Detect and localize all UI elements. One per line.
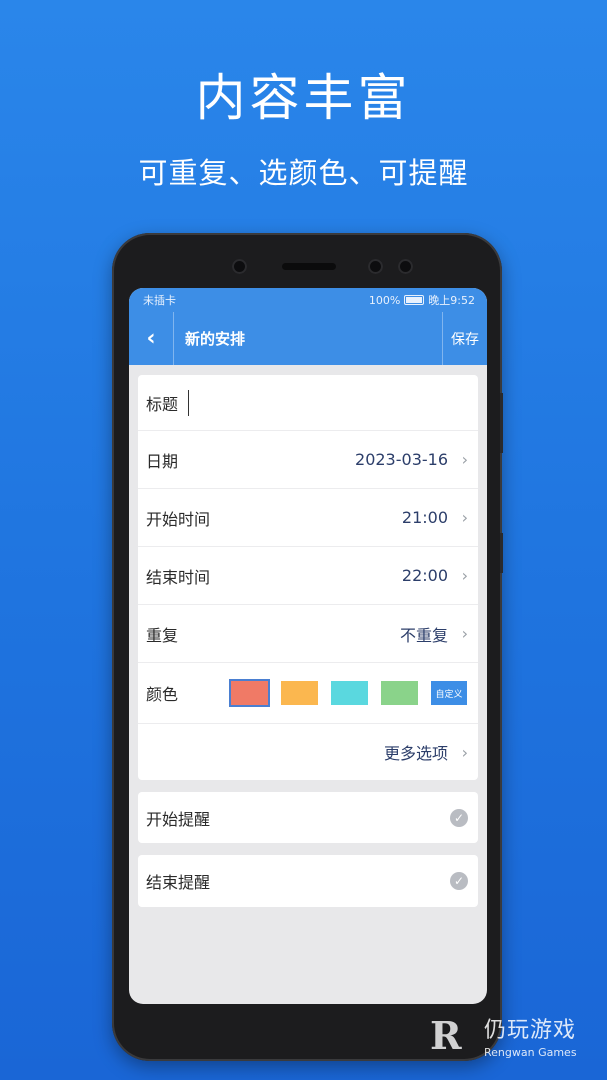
chevron-right-icon: › <box>461 450 468 469</box>
color-swatch-red[interactable] <box>231 681 268 705</box>
color-swatch-green[interactable] <box>381 681 418 705</box>
earpiece-speaker <box>282 263 336 270</box>
schedule-form-card: 标题 日期 2023-03-16 › 开始时间 21:00 › 结束时间 22:… <box>138 375 478 780</box>
chevron-right-icon: › <box>461 624 468 643</box>
title-row[interactable]: 标题 <box>138 375 478 430</box>
promo-subline: 可重复、选颜色、可提醒 <box>138 156 469 190</box>
chevron-right-icon: › <box>461 742 468 762</box>
more-options-row[interactable]: 更多选项 › <box>138 724 478 780</box>
sensor-2 <box>398 259 413 274</box>
clock-text: 晚上9:52 <box>428 294 475 307</box>
more-options-label: 更多选项 <box>383 744 448 763</box>
front-camera <box>232 259 247 274</box>
phone-frame: 未插卡 100% 晚上9:52 ‹ 新的安排 保存 标题 日期 2023-03-… <box>112 233 503 1061</box>
end-time-value: 22:00 <box>401 566 448 585</box>
save-button[interactable]: 保存 <box>442 312 487 365</box>
end-reminder-card[interactable]: 结束提醒 ✓ <box>138 855 478 907</box>
text-cursor <box>188 389 190 416</box>
battery-icon <box>404 295 425 305</box>
watermark-cn: 仍玩游戏 <box>484 1018 577 1043</box>
power-button <box>500 533 503 573</box>
repeat-label: 重复 <box>146 625 179 645</box>
end-reminder-row[interactable]: 结束提醒 ✓ <box>138 855 478 907</box>
carrier-text: 未插卡 <box>143 294 176 307</box>
chevron-right-icon: › <box>461 508 468 527</box>
chevron-right-icon: › <box>461 566 468 585</box>
watermark-logo-icon: R <box>430 1012 462 1058</box>
color-swatch-orange[interactable] <box>281 681 318 705</box>
check-circle-icon[interactable]: ✓ <box>450 872 468 890</box>
start-reminder-row[interactable]: 开始提醒 ✓ <box>138 792 478 843</box>
watermark-en: Rengwan Games <box>484 1046 577 1059</box>
start-reminder-label: 开始提醒 <box>146 809 211 829</box>
status-bar: 未插卡 100% 晚上9:52 <box>129 288 487 312</box>
end-reminder-label: 结束提醒 <box>146 873 211 892</box>
page-title: 新的安排 <box>185 330 246 348</box>
app-bar: ‹ 新的安排 保存 <box>129 312 487 365</box>
back-chevron-icon: ‹ <box>146 326 156 351</box>
back-button[interactable]: ‹ <box>129 312 174 365</box>
title-label: 标题 <box>146 394 179 414</box>
custom-color-button[interactable]: 自定义 <box>431 681 467 705</box>
sensor-1 <box>368 259 383 274</box>
start-time-row[interactable]: 开始时间 21:00 › <box>138 489 478 546</box>
repeat-row[interactable]: 重复 不重复 › <box>138 605 478 662</box>
start-reminder-card[interactable]: 开始提醒 ✓ <box>138 792 478 843</box>
end-time-label: 结束时间 <box>146 567 211 587</box>
start-time-value: 21:00 <box>401 508 448 527</box>
date-label: 日期 <box>146 451 179 471</box>
battery-percent: 100% <box>368 293 401 307</box>
app-screen: 未插卡 100% 晚上9:52 ‹ 新的安排 保存 标题 日期 2023-03-… <box>129 288 487 1004</box>
promo-headline: 内容丰富 <box>195 69 412 127</box>
start-time-label: 开始时间 <box>146 509 211 529</box>
date-value: 2023-03-16 <box>355 450 448 469</box>
volume-button <box>500 393 503 453</box>
check-circle-icon[interactable]: ✓ <box>450 808 468 827</box>
end-time-row[interactable]: 结束时间 22:00 › <box>138 547 478 604</box>
color-swatch-cyan[interactable] <box>331 681 368 705</box>
watermark: R 仍玩游戏 Rengwan Games <box>430 1012 577 1059</box>
repeat-value: 不重复 <box>399 625 448 645</box>
date-row[interactable]: 日期 2023-03-16 › <box>138 431 478 488</box>
